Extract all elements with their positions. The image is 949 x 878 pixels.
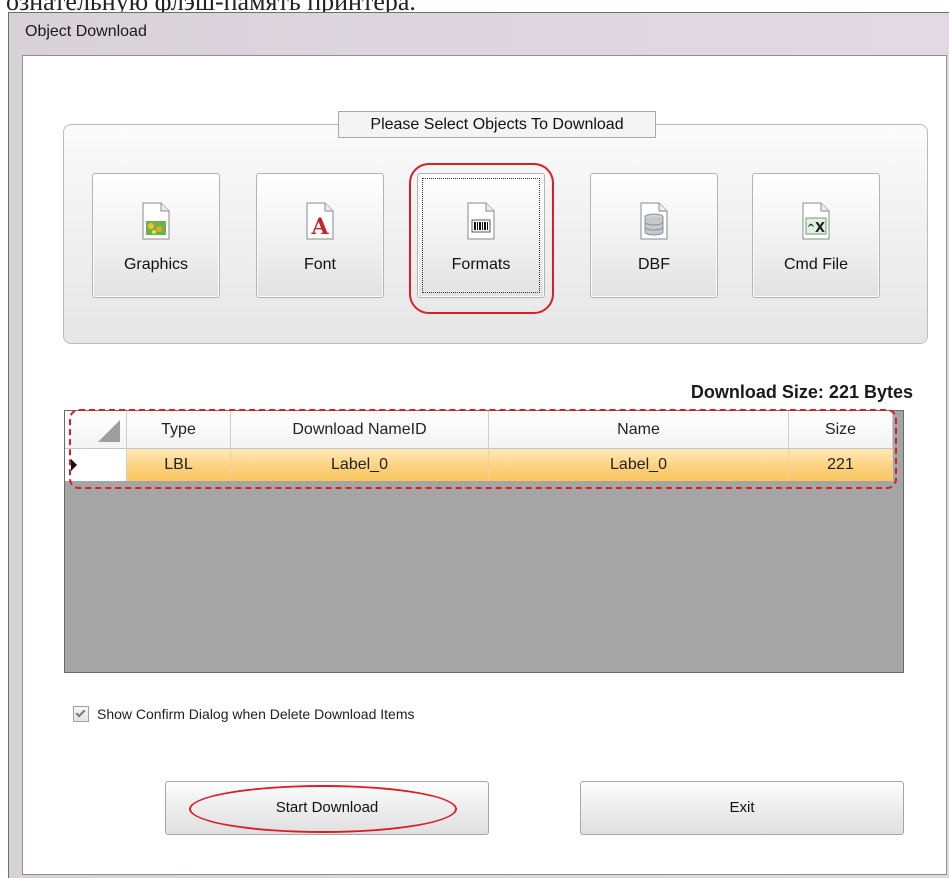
font-button[interactable]: A Font [256, 173, 384, 298]
column-header-size[interactable]: Size [789, 411, 893, 449]
table-row[interactable]: LBL Label_0 Label_0 221 [65, 449, 893, 481]
dbf-button[interactable]: DBF [590, 173, 718, 298]
group-title: Please Select Objects To Download [338, 111, 656, 138]
dbf-label: DBF [638, 256, 670, 273]
graphics-icon [142, 202, 170, 240]
cell-download-name-id[interactable]: Label_0 [231, 449, 489, 481]
formats-label: Formats [451, 256, 511, 273]
cell-size[interactable]: 221 [789, 449, 893, 481]
start-download-button[interactable]: Start Download [165, 781, 489, 835]
barcode-format-icon [467, 202, 495, 240]
download-items-grid: Type Download NameID Name Size LBL Label… [64, 409, 904, 673]
column-header-download-name-id[interactable]: Download NameID [231, 411, 489, 449]
cell-name[interactable]: Label_0 [489, 449, 789, 481]
grid-header-row: Type Download NameID Name Size [65, 411, 893, 449]
download-size-label: Download Size: 221 Bytes [690, 382, 913, 402]
current-row-arrow-icon [71, 459, 77, 471]
dialog-client-area: Please Select Objects To Download Graphi… [22, 55, 947, 875]
object-download-window: Object Download Please Select Objects To… [8, 12, 949, 878]
formats-button[interactable]: Formats [417, 173, 545, 298]
confirm-delete-label[interactable]: Show Confirm Dialog when Delete Download… [97, 706, 414, 722]
cell-type[interactable]: LBL [127, 449, 231, 481]
graphics-label: Graphics [123, 256, 189, 273]
graphics-button[interactable]: Graphics [92, 173, 220, 298]
font-label: Font [303, 256, 336, 273]
title-bar[interactable]: Object Download [9, 13, 949, 55]
exit-button[interactable]: Exit [580, 781, 904, 835]
database-icon [640, 202, 668, 240]
svg-text:^: ^ [807, 223, 815, 234]
grid-corner-cell[interactable] [65, 411, 127, 449]
font-icon: A [306, 202, 334, 240]
svg-text:A: A [310, 214, 329, 240]
confirm-delete-checkbox[interactable] [73, 706, 89, 722]
cmd-file-label: Cmd File [783, 256, 848, 273]
window-title: Object Download [25, 23, 147, 40]
row-selector[interactable] [65, 449, 127, 481]
svg-text:X: X [815, 221, 825, 236]
check-mark-icon [75, 707, 86, 718]
object-select-group: Please Select Objects To Download Graphi… [63, 111, 928, 344]
column-header-type[interactable]: Type [127, 411, 231, 449]
cmd-file-button[interactable]: ^ X Cmd File [752, 173, 880, 298]
confirm-dialog-option[interactable]: Show Confirm Dialog when Delete Download… [73, 706, 414, 722]
column-header-name[interactable]: Name [489, 411, 789, 449]
command-file-icon: ^ X [802, 202, 830, 240]
